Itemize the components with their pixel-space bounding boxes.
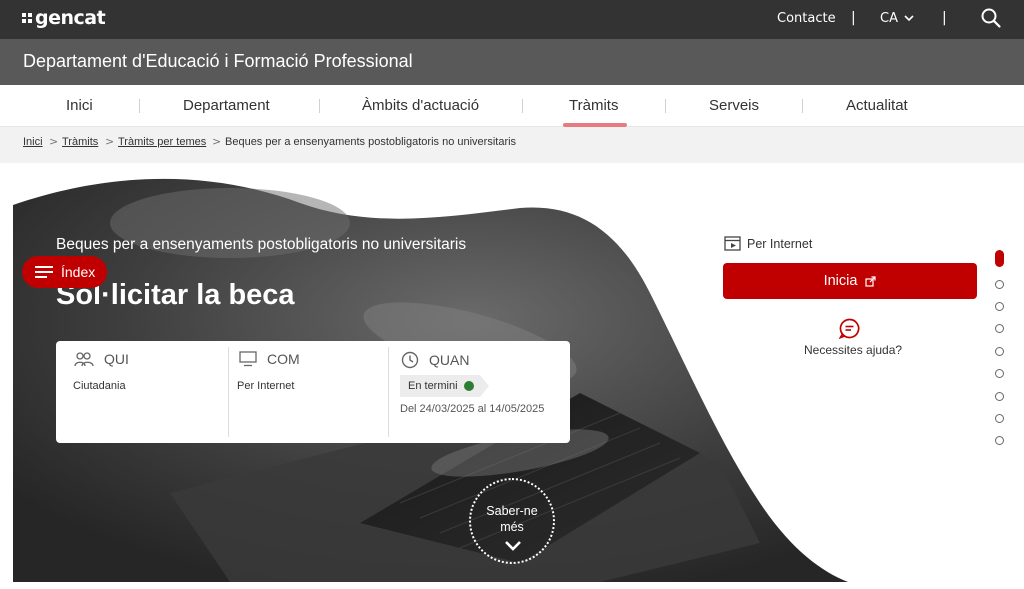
quan-header: QUAN [401, 351, 469, 369]
status-text: En termini [408, 380, 458, 392]
nav-divider [139, 99, 140, 113]
com-label: COM [267, 351, 300, 367]
monitor-icon [239, 351, 257, 367]
hero-subtitle: Beques per a ensenyaments postobligatori… [56, 236, 467, 253]
status-dot-icon [463, 381, 474, 391]
department-bar: Departament d'Educació i Formació Profes… [0, 39, 1024, 85]
learn-more-line1: Saber-ne [486, 504, 538, 518]
nav-item-tramits[interactable]: Tràmits [569, 97, 618, 114]
breadcrumb-link-inici[interactable]: Inici [23, 136, 43, 148]
section-dot[interactable] [995, 347, 1004, 356]
nav-item-serveis[interactable]: Serveis [709, 97, 759, 114]
nav-divider [522, 99, 523, 113]
help-link[interactable]: Necessites ajuda? [804, 343, 902, 357]
card-column-com: COM Per Internet [229, 341, 389, 443]
menu-icon [35, 266, 53, 278]
status-badge-arrow [479, 375, 489, 397]
breadcrumb: Inici > Tràmits > Tràmits per temes > Be… [0, 127, 1024, 163]
status-badge-body: En termini [400, 375, 480, 397]
start-button-label: Inicia [823, 273, 858, 289]
nav-divider [319, 99, 320, 113]
section-dot[interactable] [995, 414, 1004, 423]
index-button-label: Índex [61, 264, 96, 280]
section-dot[interactable] [995, 324, 1004, 333]
people-icon [74, 352, 94, 367]
section-dot[interactable] [995, 436, 1004, 445]
breadcrumb-link-tramits[interactable]: Tràmits [62, 136, 98, 148]
qui-header: QUI [74, 351, 129, 367]
com-value: Per Internet [237, 380, 295, 392]
learn-more-button[interactable]: Saber-ne més [469, 478, 555, 564]
quan-label: QUAN [429, 352, 470, 368]
deadline-dates: Del 24/03/2025 al 14/05/2025 [400, 403, 545, 415]
top-separator: | [851, 10, 856, 26]
section-dot[interactable] [995, 302, 1004, 311]
main-nav: Inici Departament Àmbits d'actuació Tràm… [0, 85, 1024, 127]
logo-dots-icon [22, 13, 32, 23]
card-column-qui: QUI Ciutadania [56, 341, 228, 443]
search-icon[interactable] [980, 7, 1002, 29]
breadcrumb-current: Beques per a ensenyaments postobligatori… [225, 136, 517, 148]
clock-icon [401, 351, 419, 369]
section-dot[interactable] [995, 369, 1004, 378]
external-link-icon [865, 275, 877, 287]
language-label: CA [880, 11, 898, 26]
chat-help-icon[interactable] [839, 318, 860, 339]
breadcrumb-separator: > [49, 135, 59, 148]
nav-divider [665, 99, 666, 113]
chevron-down-icon [904, 15, 914, 22]
breadcrumb-separator: > [212, 135, 222, 148]
procedure-info-card: QUI Ciutadania COM Per Internet QUAN [56, 341, 570, 443]
section-dot[interactable] [995, 280, 1004, 289]
nav-item-actualitat[interactable]: Actualitat [846, 97, 908, 114]
channel-label: Per Internet [724, 236, 812, 251]
nav-item-ambits[interactable]: Àmbits d'actuació [362, 97, 479, 114]
department-title[interactable]: Departament d'Educació i Formació Profes… [23, 51, 413, 72]
status-badge: En termini [400, 375, 489, 397]
contact-link[interactable]: Contacte [777, 11, 836, 26]
qui-value: Ciutadania [73, 380, 126, 392]
language-selector[interactable]: CA [880, 11, 914, 26]
learn-more-label: Saber-ne més [471, 503, 553, 535]
nav-item-inici[interactable]: Inici [66, 97, 93, 114]
qui-label: QUI [104, 351, 129, 367]
web-window-icon [724, 236, 741, 251]
com-header: COM [239, 351, 300, 367]
logo-text: gencat [35, 7, 106, 29]
gencat-logo[interactable]: gencat [22, 7, 106, 29]
chevron-down-icon [505, 541, 521, 551]
channel-text: Per Internet [747, 236, 813, 251]
top-separator: | [942, 10, 947, 26]
breadcrumb-link-tramits-per-temes[interactable]: Tràmits per temes [118, 136, 206, 148]
nav-item-departament[interactable]: Departament [183, 97, 270, 114]
start-procedure-button[interactable]: Inicia [723, 263, 977, 299]
index-button[interactable]: Índex [22, 256, 107, 288]
breadcrumb-separator: > [105, 135, 115, 148]
section-dot-active[interactable] [995, 250, 1004, 267]
learn-more-line2: més [500, 520, 524, 534]
nav-divider [802, 99, 803, 113]
top-bar: gencat Contacte | CA | [0, 0, 1024, 39]
section-dot[interactable] [995, 392, 1004, 401]
